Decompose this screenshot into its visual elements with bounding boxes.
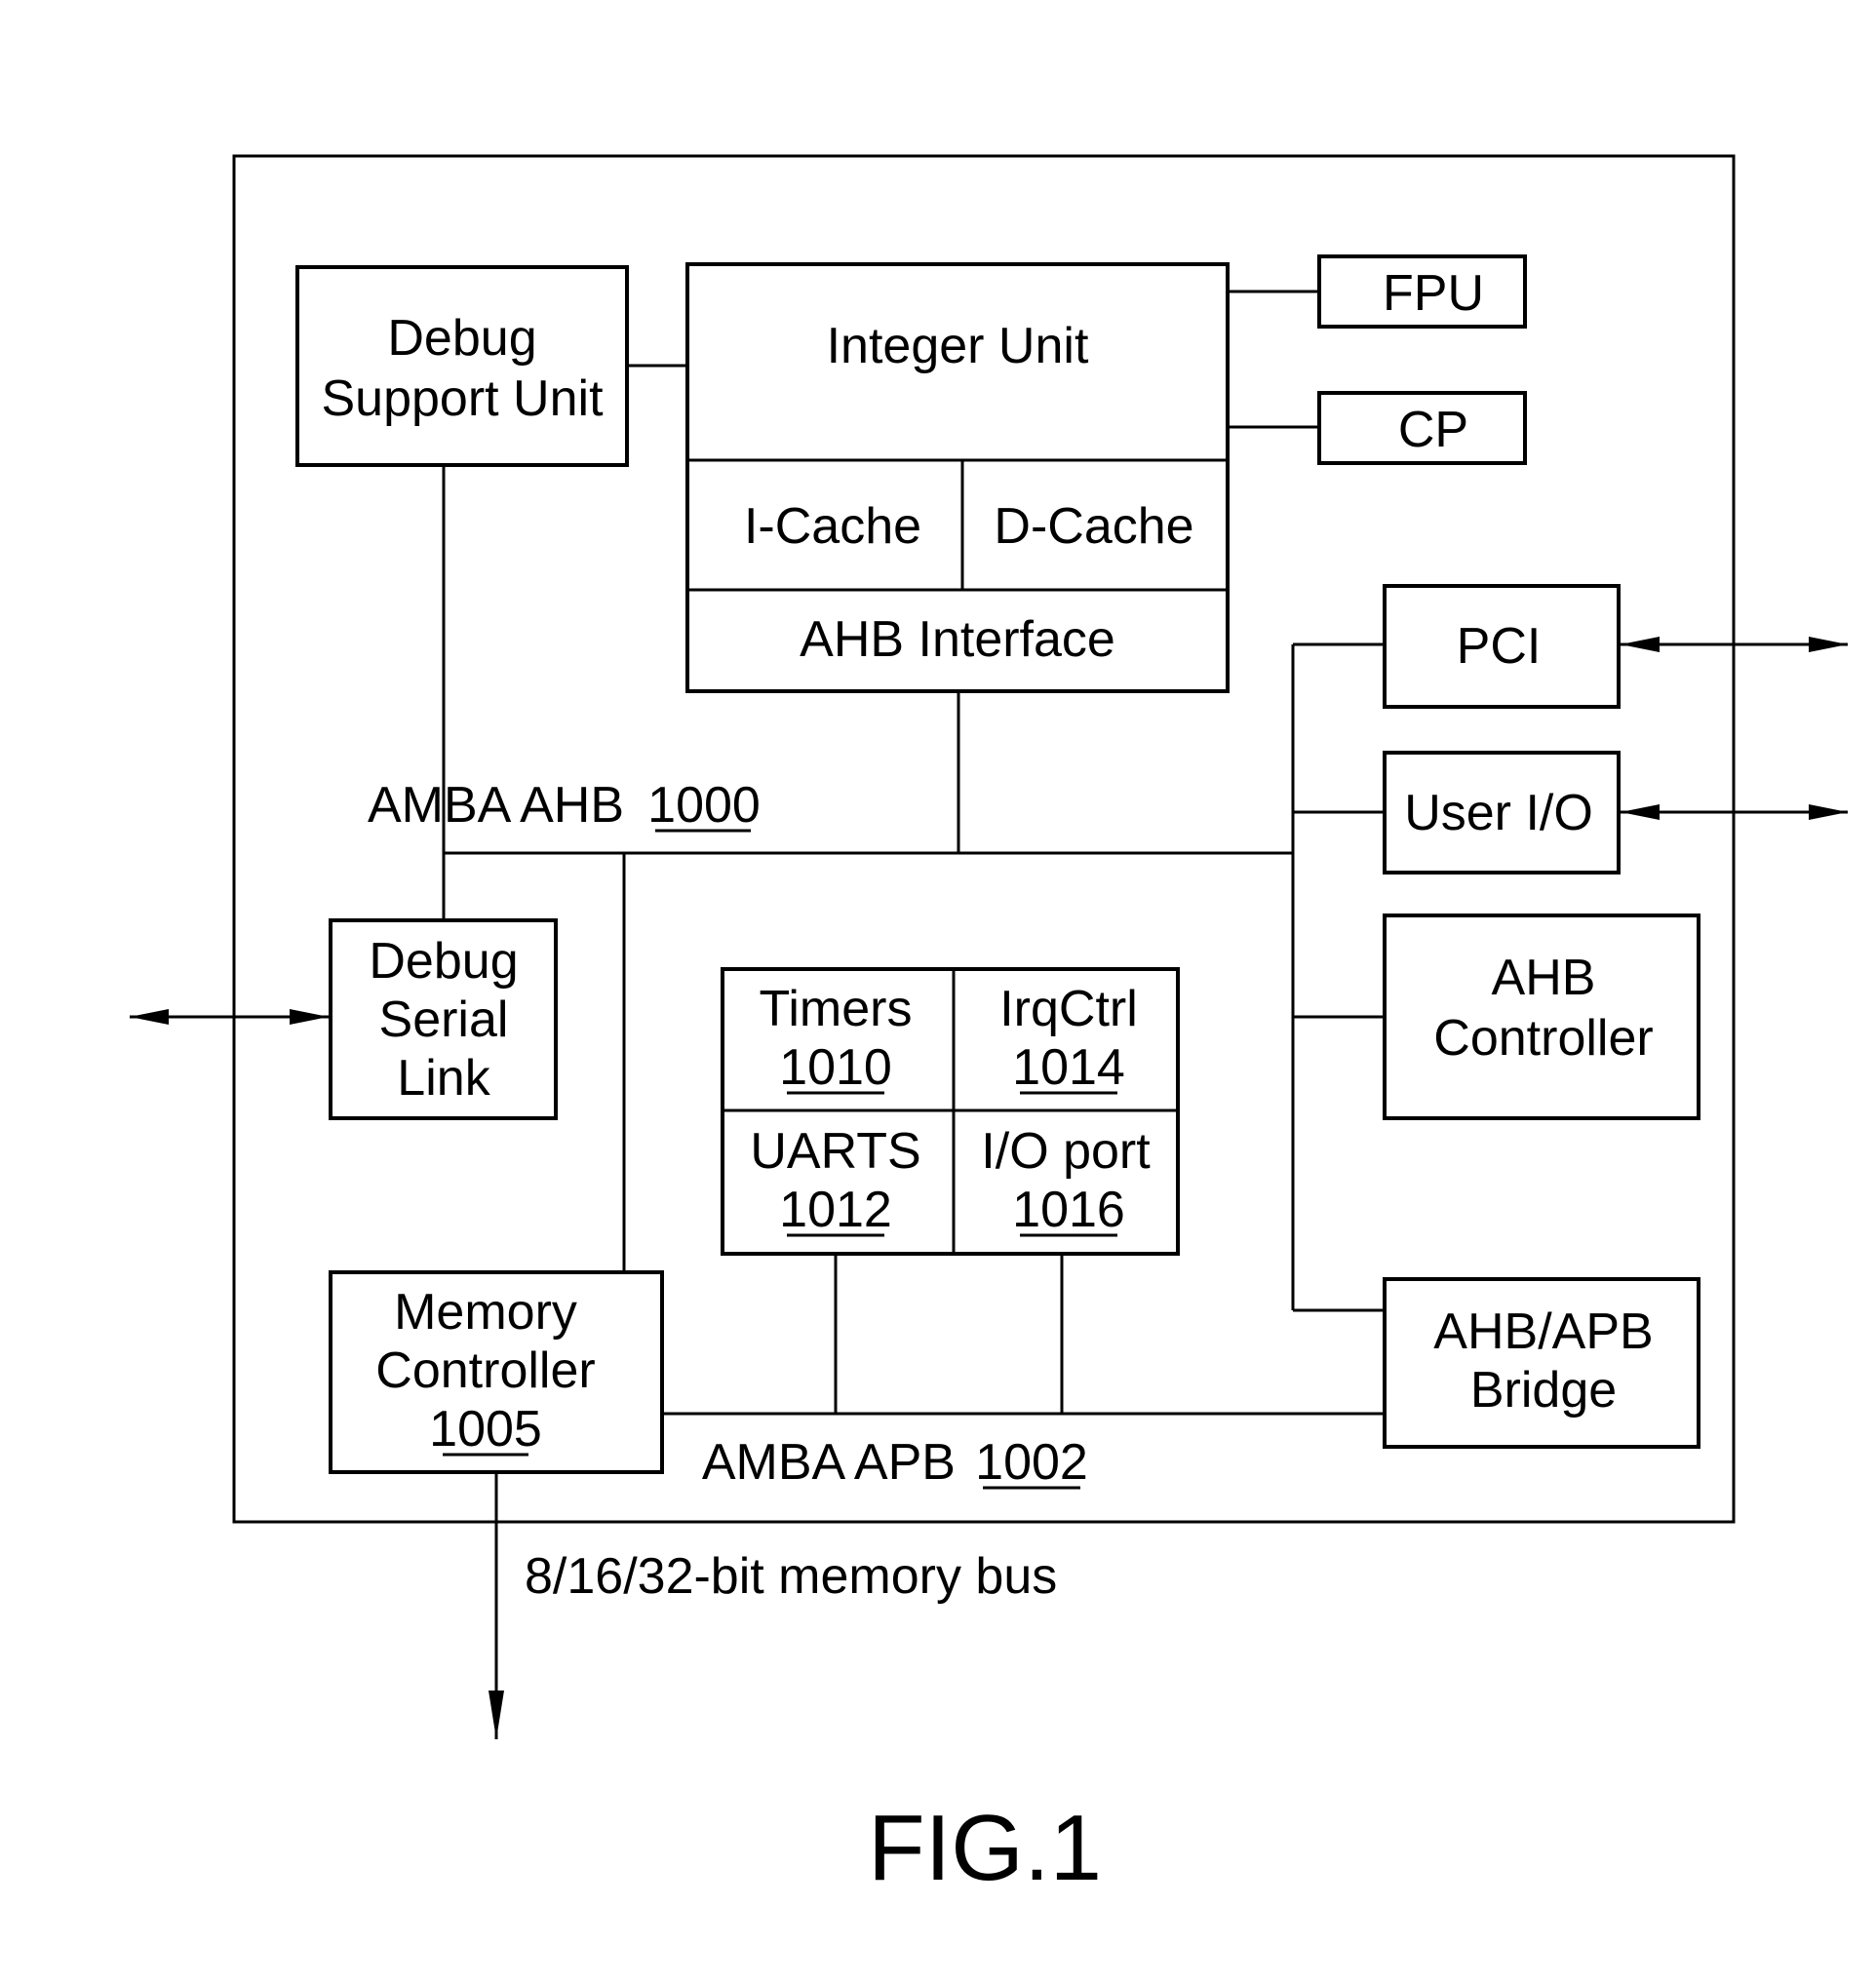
ahb-interface-label: AHB Interface [800, 611, 1115, 668]
block-diagram: Debug Support Unit Integer Unit I-Cache … [130, 154, 1848, 1900]
bridge-label-line1: AHB/APB [1433, 1303, 1653, 1360]
dsl-label-line1: Debug [369, 933, 518, 990]
bridge-label-line2: Bridge [1470, 1362, 1617, 1419]
user-io-label: User I/O [1404, 785, 1593, 841]
dsl-arrow-in-icon [290, 1009, 329, 1025]
userio-arrow-in-icon [1621, 804, 1660, 820]
amba-ahb-label: AMBA AHB 1000 [368, 777, 761, 834]
io-port-ref: 1016 [1012, 1182, 1125, 1238]
user-io-block: User I/O [1383, 751, 1621, 875]
cp-block: CP [1317, 391, 1527, 465]
memctrl-label-line1: Memory [394, 1284, 577, 1341]
pci-label: PCI [1457, 618, 1542, 675]
ahb-bus-ref: 1000 [647, 777, 761, 834]
ahb-controller-label-line2: Controller [1433, 1010, 1653, 1067]
integer-unit-label: Integer Unit [827, 318, 1089, 374]
apb-bus-name: AMBA APB [702, 1434, 956, 1491]
dsu-label-line2: Support Unit [321, 370, 604, 427]
dsl-arrow-out-icon [130, 1009, 169, 1025]
uarts-label: UARTS [750, 1123, 920, 1180]
dsl-label-line2: Serial [379, 992, 509, 1048]
debug-support-unit: Debug Support Unit [295, 265, 629, 467]
memory-bus-label: 8/16/32-bit memory bus [525, 1548, 1057, 1605]
memctrl-label-line2: Controller [375, 1342, 595, 1399]
apb-peripherals-grid: Timers 1010 IrqCtrl 1014 UARTS 1012 I/O … [721, 967, 1180, 1256]
memctrl-ref: 1005 [429, 1401, 542, 1458]
amba-apb-label: AMBA APB 1002 [702, 1434, 1088, 1491]
figure-caption: FIG.1 [868, 1796, 1102, 1900]
pci-block: PCI [1383, 584, 1621, 709]
integer-unit-cluster: Integer Unit I-Cache D-Cache AHB Interfa… [685, 262, 1230, 693]
uarts-ref: 1012 [779, 1182, 892, 1238]
ahb-bus-name: AMBA AHB [368, 777, 624, 834]
pci-arrow-out-icon [1809, 637, 1848, 652]
apb-bus-ref: 1002 [975, 1434, 1088, 1491]
pci-arrow-in-icon [1621, 637, 1660, 652]
dcache-label: D-Cache [994, 498, 1193, 555]
dsu-label-line1: Debug [387, 310, 536, 367]
fpu-label: FPU [1383, 265, 1484, 322]
timers-ref: 1010 [779, 1039, 892, 1096]
ahb-apb-bridge-block: AHB/APB Bridge [1383, 1277, 1700, 1449]
icache-label: I-Cache [744, 498, 921, 555]
fpu-block: FPU [1317, 254, 1527, 329]
io-port-label: I/O port [981, 1123, 1151, 1180]
ahb-controller-label-line1: AHB [1492, 950, 1596, 1006]
memory-bus-arrow-icon [489, 1691, 504, 1739]
irqctrl-ref: 1014 [1012, 1039, 1125, 1096]
timers-label: Timers [760, 981, 913, 1037]
ahb-controller-block: AHB Controller [1383, 914, 1700, 1120]
userio-arrow-out-icon [1809, 804, 1848, 820]
irqctrl-label: IrqCtrl [999, 981, 1138, 1037]
debug-serial-link-block: Debug Serial Link [329, 918, 558, 1120]
dsl-label-line3: Link [397, 1050, 490, 1107]
cp-label: CP [1398, 402, 1468, 458]
memory-controller-block: Memory Controller 1005 [329, 1270, 664, 1474]
